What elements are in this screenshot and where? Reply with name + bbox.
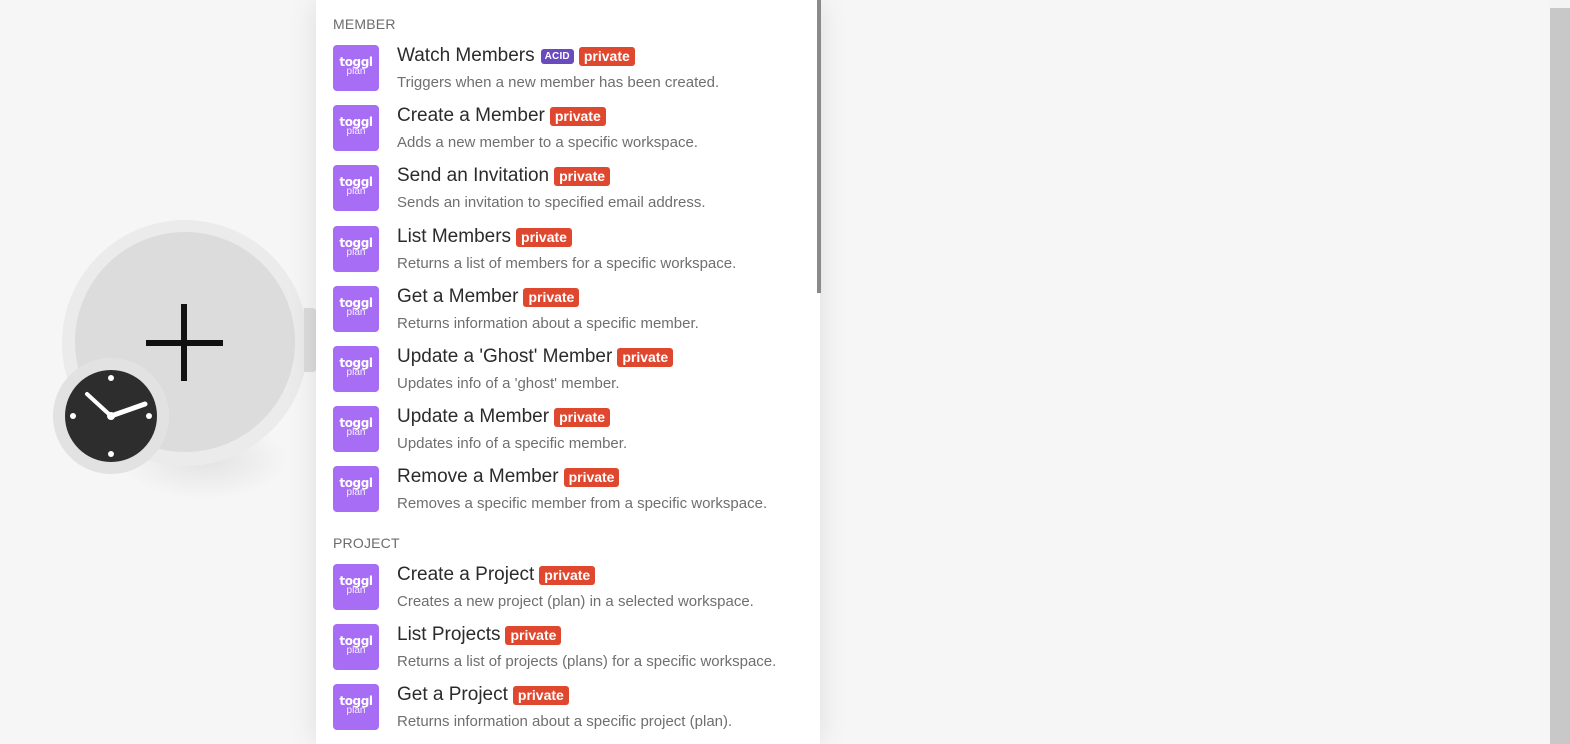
private-badge: private bbox=[523, 287, 580, 307]
module-picker-dropdown[interactable]: MEMBER toggl plan Watch Members ACID priv… bbox=[316, 0, 820, 744]
app-icon-sub: plan bbox=[346, 66, 366, 77]
toggl-plan-icon: toggl plan bbox=[333, 226, 379, 272]
app-icon-sub: plan bbox=[346, 705, 366, 716]
private-badge: private bbox=[578, 46, 635, 66]
toggl-plan-icon: toggl plan bbox=[333, 45, 379, 91]
private-badge: private bbox=[554, 166, 611, 186]
option-title: List Projects bbox=[397, 624, 501, 645]
toggl-plan-icon: toggl plan bbox=[333, 466, 379, 512]
app-icon-brand: toggl bbox=[339, 175, 373, 189]
option-title: Update a 'Ghost' Member bbox=[397, 346, 613, 367]
private-badge: private bbox=[617, 347, 674, 367]
app-icon-brand: toggl bbox=[339, 296, 373, 310]
toggl-plan-icon: toggl plan bbox=[333, 346, 379, 392]
acid-badge: ACID bbox=[540, 48, 574, 64]
canvas-scrollbar[interactable] bbox=[1550, 0, 1570, 744]
toggl-plan-icon: toggl plan bbox=[333, 564, 379, 610]
toggl-plan-icon: toggl plan bbox=[333, 684, 379, 730]
option-title: Watch Members bbox=[397, 45, 535, 66]
option-title-row: Remove a Member private bbox=[397, 466, 620, 488]
module-option-list-projects[interactable]: toggl plan List Projects private Returns… bbox=[316, 624, 816, 684]
app-icon-brand: toggl bbox=[339, 634, 373, 648]
option-description: Removes a specific member from a specifi… bbox=[397, 495, 768, 512]
option-title: Remove a Member bbox=[397, 466, 559, 487]
module-option-send-an-invitation[interactable]: toggl plan Send an Invitation private Se… bbox=[316, 165, 816, 225]
option-title-row: Update a 'Ghost' Member private bbox=[397, 346, 674, 368]
option-title-row: Watch Members ACID private bbox=[397, 45, 635, 67]
private-badge: private bbox=[539, 565, 596, 585]
option-title: Create a Member bbox=[397, 105, 545, 126]
clock-icon[interactable] bbox=[65, 370, 157, 462]
option-title: Get a Project bbox=[397, 684, 508, 705]
toggl-plan-icon: toggl plan bbox=[333, 165, 379, 211]
app-icon-sub: plan bbox=[346, 427, 366, 438]
option-title: List Members bbox=[397, 226, 512, 247]
option-description: Triggers when a new member has been crea… bbox=[397, 74, 720, 91]
toggl-plan-icon: toggl plan bbox=[333, 286, 379, 332]
private-badge: private bbox=[505, 625, 562, 645]
private-badge: private bbox=[554, 407, 610, 427]
private-badge: private bbox=[512, 685, 569, 705]
app-icon-brand: toggl bbox=[339, 694, 373, 708]
module-option-watch-members[interactable]: toggl plan Watch Members ACID private Tri… bbox=[316, 45, 816, 105]
module-option-create-a-member[interactable]: toggl plan Create a Member private Adds … bbox=[316, 105, 816, 165]
option-title: Update a Member bbox=[397, 406, 550, 427]
section-title-project: PROJECT bbox=[333, 534, 400, 551]
app-icon-sub: plan bbox=[346, 645, 366, 656]
module-option-update-a-member[interactable]: toggl plan Update a Member private Updat… bbox=[316, 406, 816, 466]
module-option-get-a-member[interactable]: toggl plan Get a Member private Returns … bbox=[316, 286, 816, 346]
dropdown-scrollbar[interactable] bbox=[817, 0, 821, 293]
toggl-plan-icon: toggl plan bbox=[333, 406, 379, 452]
option-description: Updates info of a 'ghost' member. bbox=[397, 375, 620, 392]
app-icon-brand: toggl bbox=[339, 356, 373, 370]
option-description: Creates a new project (plan) in a select… bbox=[397, 593, 754, 610]
option-title-row: List Projects private bbox=[397, 624, 562, 646]
option-title-row: Get a Project private bbox=[397, 684, 569, 706]
option-title-row: List Members private bbox=[397, 226, 572, 248]
section-title-member: MEMBER bbox=[333, 16, 396, 32]
app-icon-sub: plan bbox=[346, 247, 366, 258]
option-title: Get a Member bbox=[397, 286, 519, 307]
app-icon-sub: plan bbox=[346, 126, 366, 137]
app-icon-brand: toggl bbox=[339, 115, 373, 129]
option-title-row: Create a Member private bbox=[397, 105, 606, 127]
module-option-update-a-ghost-member[interactable]: toggl plan Update a 'Ghost' Member priva… bbox=[316, 346, 816, 406]
private-badge: private bbox=[549, 106, 606, 126]
option-description: Returns a list of projects (plans) for a… bbox=[397, 653, 777, 670]
app-icon-sub: plan bbox=[346, 585, 366, 596]
option-title-row: Get a Member private bbox=[397, 286, 580, 308]
private-badge: private bbox=[563, 467, 620, 487]
module-option-get-a-project[interactable]: toggl plan Get a Project private Returns… bbox=[316, 684, 816, 744]
option-description: Updates info of a specific member. bbox=[397, 435, 628, 452]
option-description: Returns information about a specific mem… bbox=[397, 315, 699, 332]
option-title-row: Send an Invitation private bbox=[397, 165, 611, 187]
app-icon-sub: plan bbox=[346, 487, 366, 498]
option-title: Create a Project bbox=[397, 564, 535, 585]
app-icon-brand: toggl bbox=[339, 476, 373, 490]
option-title: Send an Invitation bbox=[397, 165, 550, 186]
module-option-create-a-project[interactable]: toggl plan Create a Project private Crea… bbox=[316, 564, 816, 624]
module-option-list-members[interactable]: toggl plan List Members private Returns … bbox=[316, 226, 816, 286]
option-description: Returns information about a specific pro… bbox=[397, 713, 733, 730]
app-icon-brand: toggl bbox=[339, 416, 373, 430]
module-option-remove-a-member[interactable]: toggl plan Remove a Member private Remov… bbox=[316, 466, 816, 526]
option-description: Returns a list of members for a specific… bbox=[397, 255, 737, 272]
app-icon-brand: toggl bbox=[339, 574, 373, 588]
app-icon-sub: plan bbox=[346, 367, 366, 378]
app-icon-brand: toggl bbox=[339, 236, 373, 250]
app-icon-brand: toggl bbox=[339, 55, 373, 69]
toggl-plan-icon: toggl plan bbox=[333, 624, 379, 670]
canvas-scrollbar-thumb[interactable] bbox=[1550, 8, 1570, 744]
option-title-row: Update a Member private bbox=[397, 406, 610, 428]
private-badge: private bbox=[516, 227, 572, 247]
app-icon-sub: plan bbox=[346, 307, 366, 318]
option-description: Sends an invitation to specified email a… bbox=[397, 194, 706, 211]
option-title-row: Create a Project private bbox=[397, 564, 596, 586]
toggl-plan-icon: toggl plan bbox=[333, 105, 379, 151]
plus-icon-vertical bbox=[181, 304, 187, 381]
option-description: Adds a new member to a specific workspac… bbox=[397, 134, 698, 151]
app-icon-sub: plan bbox=[346, 186, 366, 197]
